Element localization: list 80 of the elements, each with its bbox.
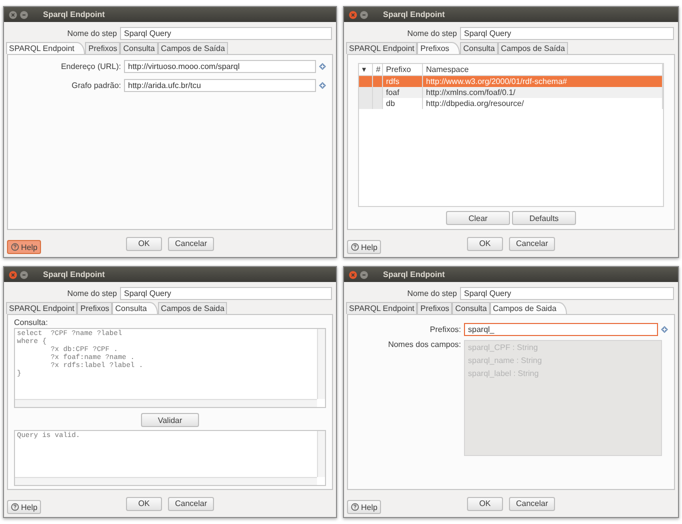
tab[interactable]: Consulta bbox=[460, 42, 498, 54]
field-label: Grafo padrão: bbox=[70, 81, 121, 90]
field-label: Nome do step bbox=[406, 29, 457, 38]
input-field[interactable]: http://virtuoso.mooo.com/sparql bbox=[124, 60, 316, 73]
horizontal-scrollbar[interactable] bbox=[15, 399, 317, 408]
window-title: Sparql Endpoint bbox=[383, 10, 445, 19]
window-title: Sparql Endpoint bbox=[383, 270, 445, 279]
vertical-scrollbar[interactable] bbox=[317, 329, 325, 400]
help-button[interactable]: Help bbox=[7, 240, 42, 254]
tab[interactable]: Consulta bbox=[452, 302, 490, 314]
table-button[interactable]: Defaults bbox=[512, 211, 576, 225]
step-name-field[interactable]: Sparql Query bbox=[460, 287, 674, 300]
minimize-button[interactable] bbox=[360, 270, 368, 278]
tab[interactable]: Campos de Saida bbox=[490, 302, 568, 314]
minimize-button[interactable] bbox=[20, 10, 28, 18]
step-name-field[interactable]: Sparql Query bbox=[120, 287, 332, 300]
table-row[interactable]: foaf http://xmlns.com/foaf/0.1/ bbox=[359, 87, 663, 98]
tab[interactable]: Prefixos bbox=[85, 42, 120, 54]
close-button[interactable] bbox=[9, 270, 17, 278]
field-label: Nome do step bbox=[66, 289, 117, 298]
column-header[interactable]: Prefixo bbox=[383, 64, 423, 75]
field-label: Prefixos: bbox=[428, 325, 461, 334]
field-label: Consulta: bbox=[14, 318, 49, 327]
step-name-field[interactable]: Sparql Query bbox=[120, 27, 332, 40]
cancel-button[interactable]: Cancelar bbox=[168, 496, 214, 510]
ok-button[interactable]: OK bbox=[466, 236, 503, 250]
tab[interactable]: Campos de Saída bbox=[498, 42, 568, 54]
tab[interactable]: Prefixos bbox=[417, 42, 460, 54]
tab[interactable]: SPARQL Endpoint bbox=[346, 302, 418, 314]
ok-button[interactable]: OK bbox=[126, 496, 162, 510]
input-field[interactable]: http://arida.ufc.br/tcu bbox=[124, 79, 316, 92]
diamond-icon[interactable] bbox=[319, 82, 326, 89]
ok-button[interactable]: OK bbox=[126, 236, 162, 250]
field-label: Nome do step bbox=[66, 29, 117, 38]
diamond-icon[interactable] bbox=[319, 63, 326, 70]
table-button[interactable]: Clear bbox=[446, 211, 510, 225]
table-cell: foaf bbox=[383, 87, 423, 98]
cancel-button[interactable]: Cancelar bbox=[508, 236, 555, 250]
help-icon bbox=[351, 503, 359, 511]
tab[interactable]: Campos de Saída bbox=[158, 42, 228, 54]
field-label: Endereço (URL): bbox=[60, 62, 121, 71]
tab[interactable]: SPARQL Endpoint bbox=[6, 42, 86, 54]
horizontal-scrollbar[interactable] bbox=[15, 477, 317, 485]
cancel-button[interactable]: Cancelar bbox=[168, 236, 214, 250]
minimize-button[interactable] bbox=[360, 10, 368, 18]
tab[interactable]: Consulta bbox=[120, 42, 158, 54]
window-title: Sparql Endpoint bbox=[43, 270, 105, 279]
help-button[interactable]: Help bbox=[7, 500, 42, 514]
tab[interactable]: SPARQL Endpoint bbox=[6, 302, 78, 314]
close-button[interactable] bbox=[9, 10, 17, 18]
help-button[interactable]: Help bbox=[347, 240, 382, 254]
table-cell: http://dbpedia.org/resource/ bbox=[423, 98, 663, 109]
tab[interactable]: Prefixos bbox=[77, 302, 112, 314]
tab[interactable]: Campos de Saida bbox=[158, 302, 228, 314]
minimize-button[interactable] bbox=[20, 270, 28, 278]
ok-button[interactable]: OK bbox=[466, 496, 503, 510]
help-icon bbox=[11, 243, 19, 251]
help-icon bbox=[351, 243, 359, 251]
tab[interactable]: Consulta bbox=[112, 302, 158, 314]
close-button[interactable] bbox=[349, 270, 357, 278]
table-cell: http://xmlns.com/foaf/0.1/ bbox=[423, 87, 663, 98]
step-name-field[interactable]: Sparql Query bbox=[460, 27, 674, 40]
field-label: Nomes dos campos: bbox=[387, 340, 461, 351]
table-cell: db bbox=[383, 98, 423, 109]
window-title: Sparql Endpoint bbox=[43, 10, 105, 19]
vertical-scrollbar[interactable] bbox=[317, 431, 325, 477]
close-button[interactable] bbox=[349, 10, 357, 18]
column-header[interactable]: # bbox=[373, 64, 383, 75]
column-header[interactable]: Namespace bbox=[423, 64, 663, 75]
column-header[interactable]: ▾ bbox=[359, 64, 373, 75]
diamond-icon[interactable] bbox=[661, 326, 668, 333]
validate-button[interactable]: Validar bbox=[141, 413, 199, 428]
table-row[interactable]: db http://dbpedia.org/resource/ bbox=[359, 98, 663, 109]
help-icon bbox=[11, 503, 19, 511]
cancel-button[interactable]: Cancelar bbox=[508, 496, 555, 510]
input-field[interactable]: sparql_ bbox=[464, 323, 658, 336]
field-label: Nome do step bbox=[406, 289, 457, 298]
tab[interactable]: Prefixos bbox=[417, 302, 452, 314]
help-button[interactable]: Help bbox=[347, 500, 382, 514]
tab[interactable]: SPARQL Endpoint bbox=[346, 42, 418, 54]
